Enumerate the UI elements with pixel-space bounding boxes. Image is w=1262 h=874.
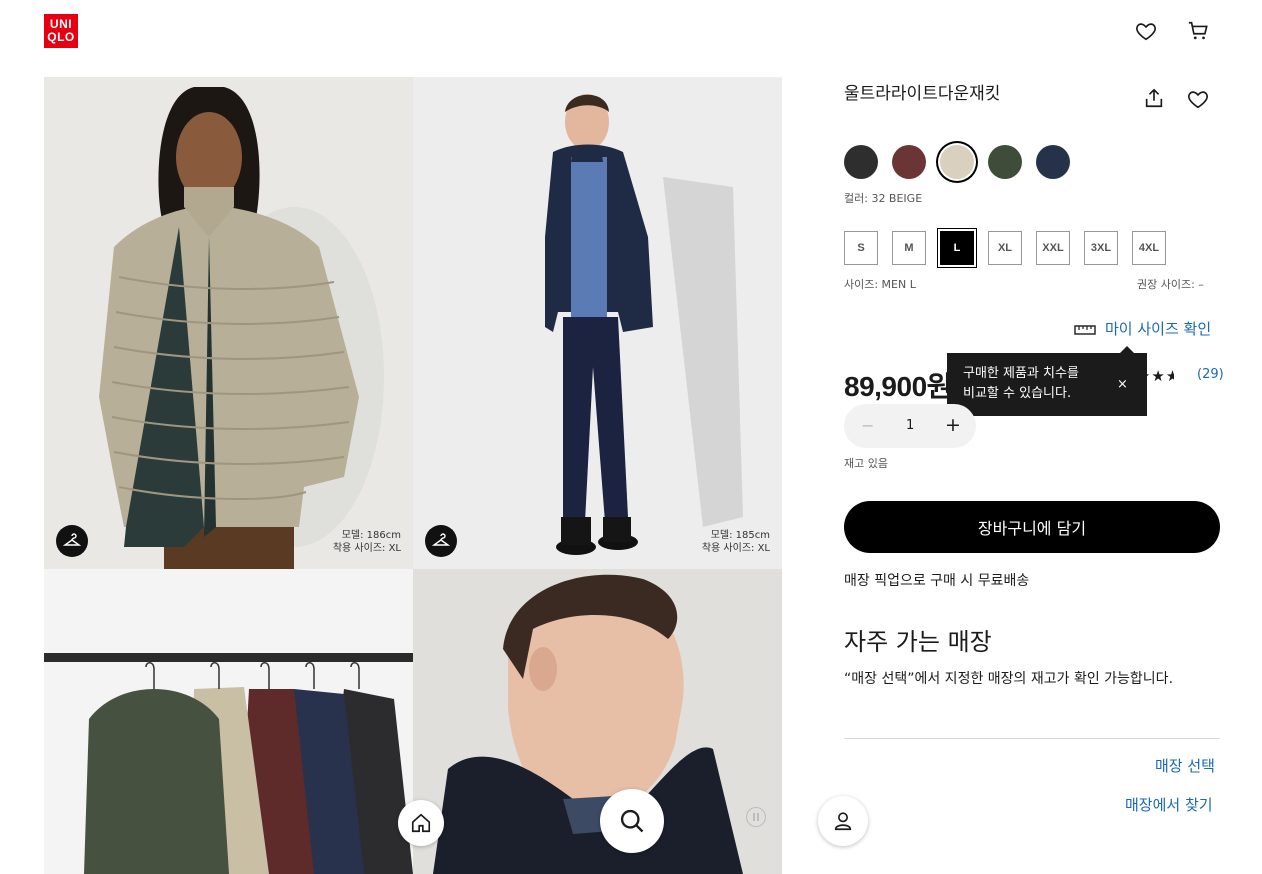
selected-size-label: 사이즈: MEN L [844,278,916,291]
size-option-m[interactable]: M [892,231,926,265]
product-image-gallery: 모델: 186cm 착용 사이즈: XL 모델: 185cm 착용 사이즈: X… [44,77,782,874]
quantity-stepper: − 1 + [844,404,976,448]
size-option-3xl[interactable]: 3XL [1084,231,1118,265]
product-title: 울트라라이트다운재킷 [844,84,1001,104]
account-button[interactable] [818,796,868,846]
size-option-s[interactable]: S [844,231,878,265]
tooltip-line1: 구매한 제품과 치수를 [963,366,1079,381]
person-icon [834,812,852,831]
ruler-icon[interactable] [1074,322,1096,336]
product-price: 89,900원 [844,371,952,402]
model-worn-size: 착용 사이즈: XL [332,543,401,554]
hanger-icon [62,533,82,546]
product-image-model-front[interactable]: 모델: 186cm 착용 사이즈: XL [44,77,413,569]
size-option-4xl[interactable]: 4XL [1132,231,1166,265]
pause-icon[interactable] [746,807,766,827]
size-option-xl[interactable]: XL [988,231,1022,265]
try-on-hanger-button[interactable] [56,525,88,557]
recommended-size-label: 권장 사이즈: – [1137,278,1204,291]
logo-line2: QLO [47,30,75,44]
store-description: “매장 선택”에서 지정한 매장의 재고가 확인 가능합니다. [844,671,1174,687]
tooltip-arrow [1120,346,1134,353]
share-icon[interactable] [1143,87,1165,109]
color-swatch-wine[interactable] [892,145,926,179]
model-height: 모델: 186cm [341,530,401,541]
select-store-link[interactable]: 매장 선택 [1155,755,1215,776]
favorite-heart-icon[interactable] [1187,88,1209,110]
size-option-l[interactable]: L [940,231,974,265]
cart-icon[interactable] [1187,20,1209,42]
search-icon [620,809,644,833]
collar-closeup-illustration [413,569,782,874]
wishlist-heart-icon[interactable] [1135,20,1157,42]
jackets-on-rack-illustration [44,569,413,874]
size-option-xxl[interactable]: XXL [1036,231,1070,265]
model-height: 모델: 185cm [710,530,770,541]
model-front-illustration [44,77,413,569]
color-swatch-black[interactable] [844,145,878,179]
product-image-color-lineup[interactable] [44,569,413,874]
star-half-icon: ★ [1165,367,1174,385]
pickup-note: 매장 픽업으로 구매 시 무료배송 [844,573,1030,589]
add-to-cart-button[interactable]: 장바구니에 담기 [844,501,1220,553]
review-count-link[interactable]: (29) [1197,367,1224,382]
stock-status: 재고 있음 [844,457,888,470]
quantity-decrease-button[interactable]: − [861,416,874,435]
hanger-icon [431,533,451,546]
model-full-illustration [413,77,782,569]
color-swatch-navy[interactable] [1036,145,1070,179]
model-info-caption: 모델: 186cm 착용 사이즈: XL [333,529,401,555]
home-icon [411,813,431,833]
divider [844,738,1220,739]
home-button[interactable] [398,800,444,846]
find-in-store-link[interactable]: 매장에서 찾기 [1125,794,1213,815]
try-on-hanger-button[interactable] [425,525,457,557]
product-image-collar-closeup[interactable] [413,569,782,874]
quantity-increase-button[interactable]: + [945,414,961,436]
model-info-caption: 모델: 185cm 착용 사이즈: XL [702,529,770,555]
color-swatch-olive[interactable] [988,145,1022,179]
color-swatch-beige[interactable] [940,145,974,179]
my-size-check-link[interactable]: 마이 사이즈 확인 [1105,318,1211,339]
tooltip-close-button[interactable]: × [1117,377,1128,392]
quantity-value[interactable]: 1 [906,418,914,433]
search-button[interactable] [600,789,664,853]
selected-color-label: 컬러: 32 BEIGE [844,192,923,205]
tooltip-line2: 비교할 수 있습니다. [963,386,1072,401]
product-image-model-full[interactable]: 모델: 185cm 착용 사이즈: XL [413,77,782,569]
uniqlo-logo[interactable]: UNI QLO [44,14,78,48]
favorite-store-heading: 자주 가는 매장 [844,628,992,656]
model-worn-size: 착용 사이즈: XL [701,543,770,554]
